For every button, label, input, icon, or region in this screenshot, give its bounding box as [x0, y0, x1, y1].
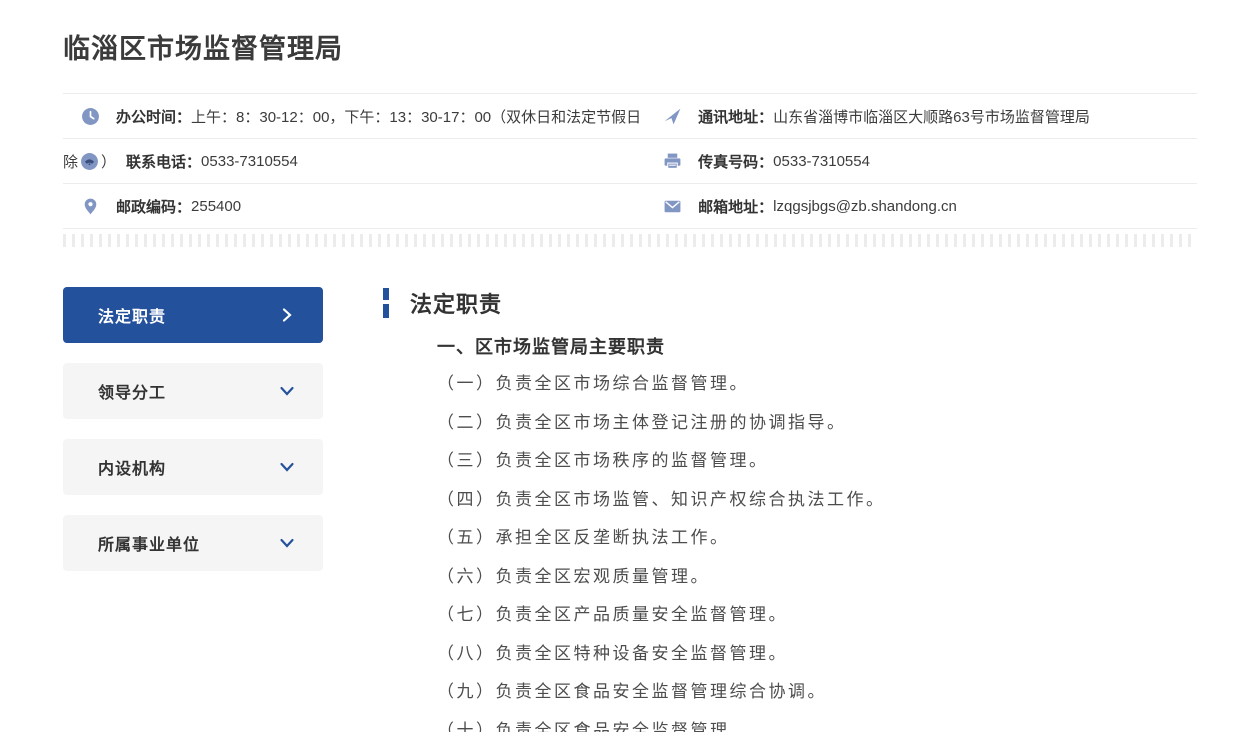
- duty-item: （六）负责全区宏观质量管理。: [437, 566, 710, 586]
- office-hours-wrapped-paren: ）: [101, 153, 117, 171]
- sidebar-item-leadership[interactable]: 领导分工: [63, 363, 323, 419]
- office-hours-label: 办公时间：: [116, 108, 192, 126]
- sidebar-item-label: 法定职责: [98, 309, 167, 326]
- office-hours-row: 办公时间： 上午：8：30-12：00，下午：13：30-17：00（双休日和法…: [63, 94, 642, 139]
- fax-value: 0533-7310554: [773, 152, 870, 170]
- phone-icon: [81, 152, 98, 170]
- sidebar-item-label: 所属事业单位: [98, 537, 201, 554]
- heading-accent-bar: [383, 288, 389, 318]
- paper-plane-icon: [664, 108, 681, 124]
- duty-item: （八）负责全区特种设备安全监督管理。: [437, 643, 788, 663]
- clock-icon: [82, 107, 99, 125]
- email-value: lzqgsjbgs@zb.shandong.cn: [773, 197, 957, 215]
- address-label: 通讯地址：: [698, 108, 774, 126]
- striped-divider: [63, 234, 1197, 247]
- fax-row: 传真号码： 0533-7310554: [641, 139, 1197, 184]
- content-heading-row: 法定职责: [383, 287, 1197, 319]
- duty-item: （三）负责全区市场秩序的监督管理。: [437, 451, 769, 470]
- email-row: 邮箱地址： lzqgsjbgs@zb.shandong.cn: [641, 184, 1197, 229]
- sidebar-item-label: 内设机构: [98, 461, 167, 478]
- sidebar-item-legal-duties[interactable]: 法定职责: [63, 287, 323, 343]
- fax-label: 传真号码：: [698, 153, 774, 171]
- duty-item: （四）负责全区市场监管、知识产权综合执法工作。: [437, 489, 886, 509]
- office-hours-wrapped-text: 除: [63, 153, 79, 171]
- fax-printer-icon: [664, 153, 681, 169]
- phone-row: 除 ） 联系电话： 0533-7310554: [63, 139, 642, 184]
- chevron-down-icon: [280, 538, 294, 548]
- chevron-right-icon: [282, 308, 292, 322]
- duty-item: （一）负责全区市场综合监督管理。: [437, 374, 749, 393]
- sidebar-nav: 法定职责 领导分工 内设机构 所属事业单位: [63, 287, 323, 732]
- page-title: 临淄区市场监督管理局: [63, 34, 343, 64]
- chevron-down-icon: [280, 386, 294, 396]
- phone-value: 0533-7310554: [201, 152, 298, 170]
- duty-item: （二）负责全区市场主体登记注册的协调指导。: [437, 412, 847, 432]
- email-label: 邮箱地址：: [698, 198, 774, 216]
- address-row: 通讯地址： 山东省淄博市临淄区大顺路63号市场监督管理局: [641, 94, 1197, 139]
- content-title: 法定职责: [410, 292, 503, 317]
- sidebar-item-label: 领导分工: [98, 385, 167, 402]
- location-pin-icon: [84, 198, 97, 214]
- duty-item: （九）负责全区食品安全监督管理综合协调。: [437, 682, 827, 701]
- duty-item: （十）负责全区食品安全监督管理。: [437, 720, 749, 732]
- body-layout: 法定职责 领导分工 内设机构 所属事业单位 法定职责 一、区市场监管局主要职责 …: [63, 287, 1197, 732]
- postcode-row: 邮政编码： 255400: [63, 184, 642, 229]
- content-subheading: 一、区市场监管局主要职责: [437, 337, 665, 357]
- page: 临淄区市场监督管理局 办公时间： 上午：8：30-12：00，下午：13：30-…: [0, 0, 1260, 732]
- duty-item: （五）承担全区反垄断执法工作。: [437, 528, 730, 547]
- mail-icon: [664, 200, 681, 212]
- office-hours-value: 上午：8：30-12：00，下午：13：30-17：00（双休日和法定节假日: [191, 108, 642, 126]
- postcode-label: 邮政编码：: [116, 198, 192, 216]
- duty-item: （七）负责全区产品质量安全监督管理。: [437, 605, 788, 624]
- sidebar-item-subordinate-units[interactable]: 所属事业单位: [63, 515, 323, 571]
- main-content: 法定职责 一、区市场监管局主要职责 （一）负责全区市场综合监督管理。 （二）负责…: [383, 287, 1197, 732]
- postcode-value: 255400: [191, 197, 242, 215]
- sidebar-item-internal-orgs[interactable]: 内设机构: [63, 439, 323, 495]
- address-value: 山东省淄博市临淄区大顺路63号市场监督管理局: [773, 108, 1090, 126]
- phone-label: 联系电话：: [126, 153, 202, 171]
- contact-info-grid: 办公时间： 上午：8：30-12：00，下午：13：30-17：00（双休日和法…: [63, 93, 1197, 229]
- chevron-down-icon: [280, 462, 294, 472]
- duty-list: （一）负责全区市场综合监督管理。 （二）负责全区市场主体登记注册的协调指导。 （…: [437, 365, 1197, 732]
